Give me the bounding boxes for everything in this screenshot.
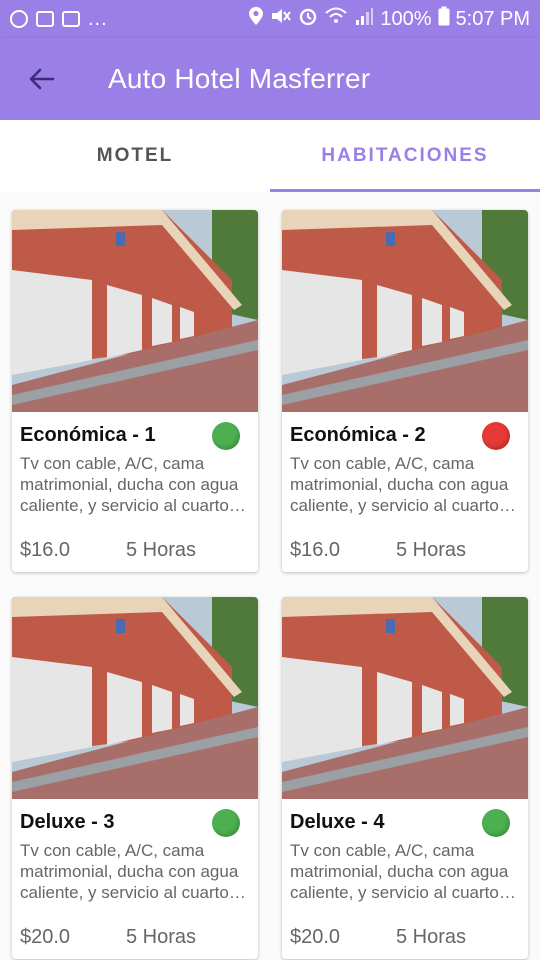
room-card[interactable]: Económica - 2 Tv con cable, A/C, cama ma… <box>282 210 528 572</box>
tab-bar: MOTEL HABITACIONES <box>0 120 540 192</box>
more-notifications-dots: ... <box>88 7 108 30</box>
availability-status-dot <box>482 422 510 450</box>
room-description: Tv con cable, A/C, cama matrimonial, duc… <box>290 841 516 902</box>
status-bar: ... 100% 5:07 PM <box>0 0 540 38</box>
whatsapp-icon <box>10 10 28 28</box>
room-price: $20.0 <box>290 926 341 948</box>
signal-icon <box>354 6 374 32</box>
back-button[interactable] <box>12 49 72 109</box>
room-description: Tv con cable, A/C, cama matrimonial, duc… <box>20 454 246 515</box>
room-card-body: Deluxe - 3 Tv con cable, A/C, cama matri… <box>12 799 258 959</box>
alarm-icon <box>298 6 318 32</box>
mute-icon <box>270 6 292 32</box>
room-photo <box>12 210 258 412</box>
tab-motel[interactable]: MOTEL <box>0 120 270 192</box>
room-card-body: Deluxe - 4 Tv con cable, A/C, cama matri… <box>282 799 528 959</box>
location-icon <box>248 6 264 32</box>
room-footer: $16.0 5 Horas <box>20 539 196 562</box>
room-photo <box>282 210 528 412</box>
app-bar: Auto Hotel Masferrer <box>0 38 540 120</box>
app-title: Auto Hotel Masferrer <box>108 63 371 94</box>
room-price: $16.0 <box>290 539 341 561</box>
notification-icons: ... <box>10 8 108 31</box>
room-duration: 5 Horas <box>396 539 467 561</box>
gallery-icon <box>36 11 54 27</box>
system-icons: 100% 5:07 PM <box>248 6 530 32</box>
room-card-body: Económica - 2 Tv con cable, A/C, cama ma… <box>282 412 528 572</box>
room-card[interactable]: Deluxe - 3 Tv con cable, A/C, cama matri… <box>12 597 258 959</box>
tab-habitaciones[interactable]: HABITACIONES <box>270 120 540 192</box>
room-price: $20.0 <box>20 926 71 948</box>
room-card-body: Económica - 1 Tv con cable, A/C, cama ma… <box>12 412 258 572</box>
room-photo <box>282 597 528 799</box>
room-card[interactable]: Económica - 1 Tv con cable, A/C, cama ma… <box>12 210 258 572</box>
arrow-left-icon <box>29 68 55 90</box>
room-footer: $20.0 5 Horas <box>290 926 466 949</box>
availability-status-dot <box>212 809 240 837</box>
room-duration: 5 Horas <box>126 539 197 561</box>
battery-icon <box>438 6 450 32</box>
room-description: Tv con cable, A/C, cama matrimonial, duc… <box>290 454 516 515</box>
battery-percent: 100% <box>380 7 432 30</box>
room-footer: $16.0 5 Horas <box>290 539 466 562</box>
room-duration: 5 Horas <box>126 926 197 948</box>
availability-status-dot <box>212 422 240 450</box>
wifi-icon <box>324 6 348 32</box>
room-photo <box>12 597 258 799</box>
room-card[interactable]: Deluxe - 4 Tv con cable, A/C, cama matri… <box>282 597 528 959</box>
clock: 5:07 PM <box>455 7 530 30</box>
room-grid: Económica - 1 Tv con cable, A/C, cama ma… <box>0 192 540 960</box>
image-icon <box>62 11 80 27</box>
room-description: Tv con cable, A/C, cama matrimonial, duc… <box>20 841 246 902</box>
room-price: $16.0 <box>20 539 71 561</box>
availability-status-dot <box>482 809 510 837</box>
room-duration: 5 Horas <box>396 926 467 948</box>
room-footer: $20.0 5 Horas <box>20 926 196 949</box>
